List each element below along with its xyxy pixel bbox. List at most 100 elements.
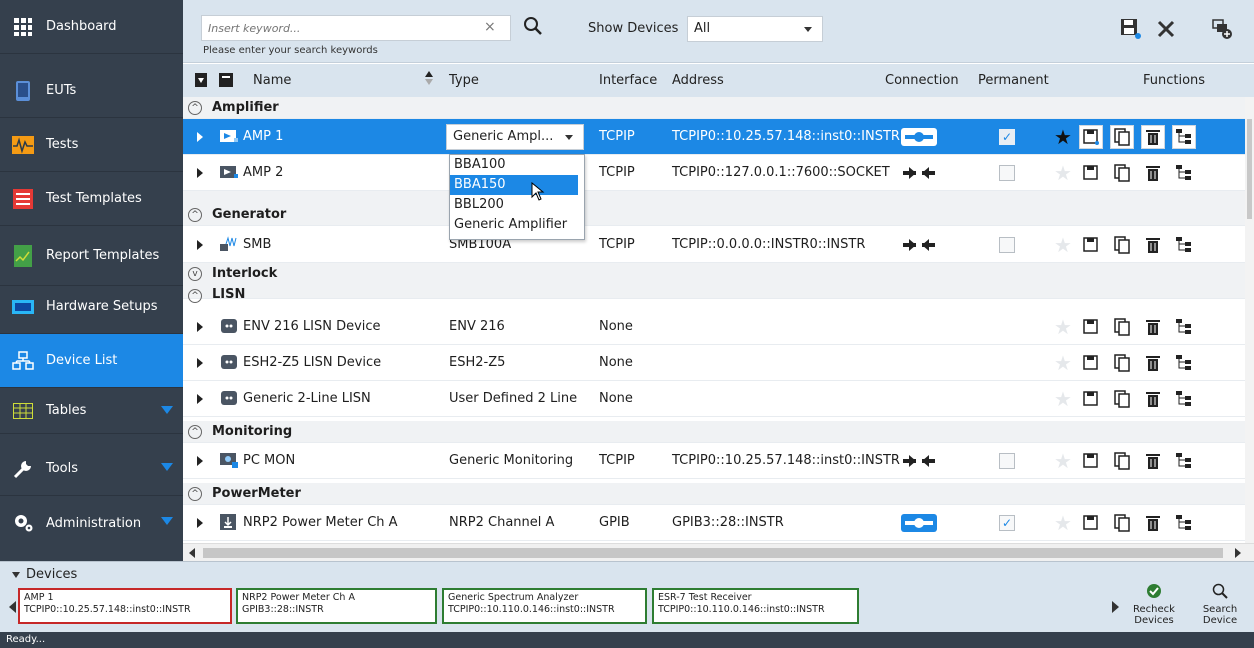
table-row[interactable]: AMP 2 TCPIP TCPIP0::127.0.0.1::7600::SOC… (183, 155, 1245, 191)
vertical-scrollbar[interactable] (1245, 97, 1254, 543)
sidebar-item-tables[interactable]: Tables (0, 388, 183, 434)
expand-icon[interactable]: v (188, 267, 202, 281)
save-icon[interactable] (1079, 351, 1103, 375)
expand-row-icon[interactable] (197, 168, 203, 178)
column-address[interactable]: Address (672, 73, 724, 88)
expand-row-icon[interactable] (197, 240, 203, 250)
trash-icon[interactable] (1141, 315, 1165, 339)
collapse-icon[interactable]: ^ (188, 425, 202, 439)
device-card[interactable]: AMP 1 TCPIP0::10.25.57.148::inst0::INSTR (18, 588, 232, 624)
trash-icon[interactable] (1141, 125, 1165, 149)
dropdown-option-highlighted[interactable]: BBA150 (450, 175, 578, 195)
save-icon[interactable] (1079, 233, 1103, 257)
table-row[interactable]: ESH2-Z5 LISN Device ESH2-Z5 None ★ (183, 345, 1245, 381)
save-all-button[interactable] (1116, 16, 1146, 46)
group-header-monitoring[interactable]: ^ Monitoring (183, 421, 1245, 443)
favorite-star-icon[interactable]: ★ (1051, 233, 1075, 257)
sidebar-item-tests[interactable]: Tests (0, 118, 183, 172)
favorite-star-icon[interactable]: ★ (1051, 387, 1075, 411)
sidebar-item-test-templates[interactable]: Test Templates (0, 172, 183, 226)
connected-plug-icon[interactable] (901, 514, 937, 532)
show-devices-select[interactable]: All (687, 16, 823, 42)
column-interface[interactable]: Interface (599, 73, 657, 88)
column-permanent[interactable]: Permanent (978, 73, 1049, 88)
scroll-thumb[interactable] (1247, 119, 1252, 219)
table-row[interactable]: ENV 216 LISN Device ENV 216 None ★ (183, 309, 1245, 345)
chevron-down-icon[interactable] (161, 517, 173, 525)
table-row[interactable]: SMB SMB100A TCPIP TCPIP::0.0.0.0::INSTR0… (183, 227, 1245, 263)
group-header-interlock[interactable]: v Interlock ^ LISN (183, 263, 1245, 303)
column-type[interactable]: Type (449, 73, 479, 88)
hierarchy-icon[interactable] (1172, 315, 1196, 339)
column-connection[interactable]: Connection (885, 73, 959, 88)
favorite-star-icon[interactable]: ★ (1051, 125, 1075, 149)
copy-icon[interactable] (1110, 315, 1134, 339)
column-name[interactable]: Name (253, 73, 291, 88)
collapse-icon[interactable]: ^ (188, 487, 202, 501)
scroll-thumb[interactable] (203, 548, 1223, 558)
hierarchy-icon[interactable] (1172, 449, 1196, 473)
permanent-checkbox[interactable]: ✓ (999, 129, 1015, 145)
previous-icon[interactable] (9, 601, 16, 613)
permanent-checkbox[interactable]: ✓ (999, 515, 1015, 531)
hierarchy-icon[interactable] (1172, 125, 1196, 149)
permanent-checkbox[interactable] (999, 237, 1015, 253)
collapse-icon[interactable]: ^ (188, 208, 202, 222)
devices-panel-header[interactable]: Devices (12, 567, 77, 582)
permanent-checkbox[interactable] (999, 453, 1015, 469)
save-icon[interactable] (1079, 315, 1103, 339)
favorite-star-icon[interactable]: ★ (1051, 161, 1075, 185)
trash-icon[interactable] (1141, 449, 1165, 473)
hierarchy-icon[interactable] (1172, 351, 1196, 375)
copy-icon[interactable] (1110, 125, 1134, 149)
connected-plug-icon[interactable] (901, 128, 937, 146)
permanent-checkbox[interactable] (999, 165, 1015, 181)
copy-icon[interactable] (1110, 351, 1134, 375)
expand-row-icon[interactable] (197, 456, 203, 466)
chevron-down-icon[interactable] (161, 463, 173, 471)
trash-icon[interactable] (1141, 161, 1165, 185)
expand-all-icon[interactable] (195, 73, 207, 91)
save-icon[interactable] (1079, 125, 1103, 149)
sidebar-item-tools[interactable]: Tools (0, 442, 183, 496)
search-button[interactable] (513, 13, 553, 43)
group-header-powermeter[interactable]: ^ PowerMeter (183, 483, 1245, 505)
favorite-star-icon[interactable]: ★ (1051, 315, 1075, 339)
favorite-star-icon[interactable]: ★ (1051, 449, 1075, 473)
save-icon[interactable] (1079, 511, 1103, 535)
sidebar-item-dashboard[interactable]: Dashboard (0, 0, 183, 54)
collapse-all-icon[interactable] (219, 73, 233, 91)
sidebar-item-device-list[interactable]: Device List (0, 334, 183, 388)
copy-icon[interactable] (1110, 161, 1134, 185)
collapse-icon[interactable]: ^ (188, 101, 202, 115)
expand-row-icon[interactable] (197, 132, 203, 142)
table-row[interactable]: NRP2 Power Meter Ch A NRP2 Channel A GPI… (183, 505, 1245, 541)
chevron-down-icon[interactable] (161, 406, 173, 414)
delete-button[interactable] (1151, 16, 1181, 46)
trash-icon[interactable] (1141, 351, 1165, 375)
trash-icon[interactable] (1141, 511, 1165, 535)
copy-icon[interactable] (1110, 449, 1134, 473)
trash-icon[interactable] (1141, 233, 1165, 257)
expand-row-icon[interactable] (197, 394, 203, 404)
clear-icon[interactable]: × (484, 19, 496, 35)
dropdown-option[interactable]: BBA100 (450, 155, 584, 175)
copy-icon[interactable] (1110, 233, 1134, 257)
save-icon[interactable] (1079, 161, 1103, 185)
disconnected-plug-icon[interactable] (901, 452, 937, 470)
expand-row-icon[interactable] (197, 358, 203, 368)
type-select[interactable]: Generic Ampl... (446, 124, 584, 150)
collapse-icon[interactable]: ^ (188, 289, 202, 303)
sidebar-item-report-templates[interactable]: Report Templates (0, 226, 183, 286)
save-icon[interactable] (1079, 387, 1103, 411)
group-header-generator[interactable]: ^ Generator (183, 191, 1245, 226)
recheck-devices-button[interactable]: Recheck Devices (1132, 584, 1176, 628)
expand-row-icon[interactable] (197, 518, 203, 528)
device-card[interactable]: ESR-7 Test Receiver TCPIP0::10.110.0.146… (652, 588, 859, 624)
sidebar-item-hardware-setups[interactable]: Hardware Setups (0, 280, 183, 334)
sidebar-item-euts[interactable]: EUTs (0, 64, 183, 118)
copy-icon[interactable] (1110, 511, 1134, 535)
hierarchy-icon[interactable] (1172, 511, 1196, 535)
favorite-star-icon[interactable]: ★ (1051, 511, 1075, 535)
search-input[interactable] (208, 21, 478, 35)
